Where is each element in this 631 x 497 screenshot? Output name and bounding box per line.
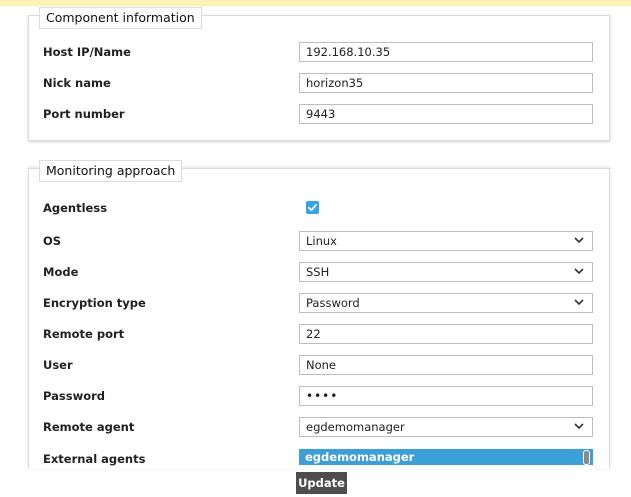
- password-row: Password ••••: [43, 386, 603, 408]
- remote-agent-value: egdemomanager: [306, 420, 405, 434]
- nick-row: Nick name horizon35: [43, 73, 603, 95]
- agentless-checkbox[interactable]: [306, 201, 319, 214]
- remote-agent-select[interactable]: egdemomanager: [299, 417, 593, 437]
- user-label: User: [43, 358, 73, 372]
- os-select[interactable]: Linux: [299, 231, 593, 251]
- list-scrollbar[interactable]: [583, 450, 590, 465]
- chevron-down-icon: [574, 268, 584, 275]
- chevron-down-icon: [574, 299, 584, 306]
- agentless-row: Agentless: [43, 198, 603, 220]
- component-information-panel: Component information Host IP/Name 192.1…: [28, 7, 610, 141]
- remote-port-row: Remote port 22: [43, 324, 603, 346]
- port-number-input[interactable]: 9443: [299, 104, 593, 124]
- chevron-down-icon: [574, 237, 584, 244]
- password-label: Password: [43, 389, 105, 403]
- user-row: User None: [43, 355, 603, 377]
- mode-select[interactable]: SSH: [299, 262, 593, 282]
- external-agents-row: External agents egdemomanager: [43, 449, 603, 471]
- remote-agent-row: Remote agent egdemomanager: [43, 417, 603, 439]
- agentless-label: Agentless: [43, 201, 108, 215]
- monitoring-approach-panel: Monitoring approach Agentless OS Linux M…: [28, 160, 610, 471]
- nick-name-input[interactable]: horizon35: [299, 73, 593, 93]
- encryption-type-value: Password: [306, 296, 360, 310]
- mode-select-value: SSH: [306, 265, 330, 279]
- monitoring-approach-legend: Monitoring approach: [39, 160, 183, 182]
- host-input[interactable]: 192.168.10.35: [299, 42, 593, 62]
- update-button[interactable]: Update: [296, 472, 347, 494]
- user-input[interactable]: None: [299, 355, 593, 375]
- encryption-type-select[interactable]: Password: [299, 293, 593, 313]
- external-agents-list[interactable]: egdemomanager: [299, 449, 593, 465]
- host-label: Host IP/Name: [43, 45, 131, 59]
- mode-label: Mode: [43, 265, 79, 279]
- password-input[interactable]: ••••: [299, 386, 593, 406]
- encryption-row: Encryption type Password: [43, 293, 603, 315]
- port-row: Port number 9443: [43, 104, 603, 126]
- remote-port-input[interactable]: 22: [299, 324, 593, 344]
- os-label: OS: [43, 234, 62, 248]
- encryption-type-label: Encryption type: [43, 296, 146, 310]
- component-information-legend: Component information: [39, 7, 202, 29]
- top-banner: [0, 0, 631, 6]
- external-agent-option[interactable]: egdemomanager: [305, 450, 414, 464]
- host-row: Host IP/Name 192.168.10.35: [43, 42, 603, 64]
- os-select-value: Linux: [306, 234, 337, 248]
- mode-row: Mode SSH: [43, 262, 603, 284]
- remote-port-label: Remote port: [43, 327, 125, 341]
- checkbox-checked-icon: [308, 204, 317, 211]
- os-row: OS Linux: [43, 231, 603, 253]
- port-number-label: Port number: [43, 107, 125, 121]
- nick-name-label: Nick name: [43, 76, 111, 90]
- chevron-down-icon: [574, 423, 584, 430]
- external-agents-label: External agents: [43, 452, 146, 466]
- remote-agent-label: Remote agent: [43, 420, 135, 434]
